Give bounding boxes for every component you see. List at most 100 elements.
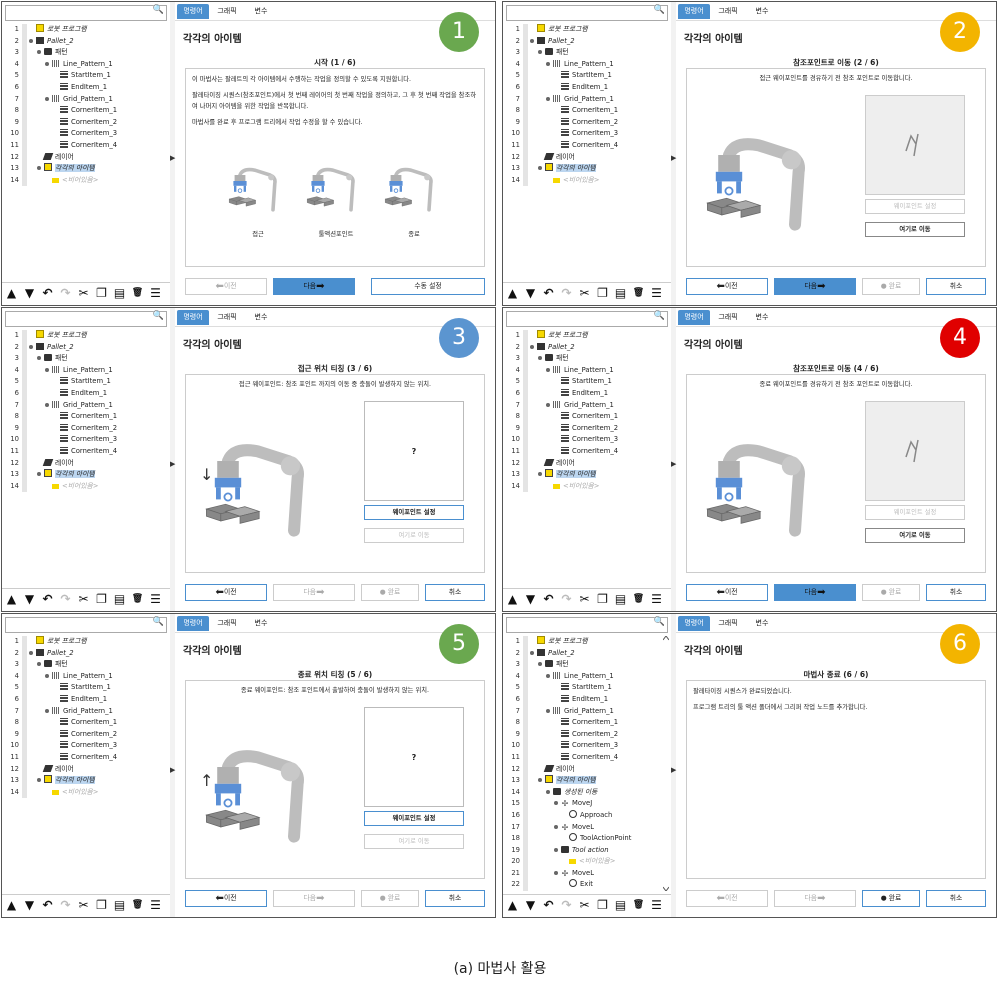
tree-row[interactable]: 12 레이어 — [5, 151, 167, 164]
collapse-pin-icon[interactable] — [45, 673, 49, 678]
tree-row[interactable]: 14 <비어있음> — [506, 174, 668, 187]
copy-icon[interactable]: ❐ — [596, 593, 609, 606]
tree-row[interactable]: 21 ✢ MoveL — [506, 867, 668, 880]
tree-row[interactable]: 18 ToolActionPoint — [506, 833, 668, 845]
paste-icon[interactable]: ▤ — [113, 899, 126, 912]
suppress-icon[interactable]: ☰ — [650, 899, 663, 912]
undo-icon[interactable]: ↶ — [41, 287, 54, 300]
move-down-icon[interactable]: ▼ — [524, 593, 537, 606]
paste-icon[interactable]: ▤ — [614, 287, 627, 300]
tree-row[interactable]: 17 ✢ MoveL — [506, 821, 668, 834]
tree-row[interactable]: 5 StartItem_1 — [506, 376, 668, 388]
tree-row[interactable]: 11 CornerItem_4 — [5, 751, 167, 764]
tree-row[interactable]: 12 레이어 — [5, 457, 167, 470]
move-down-icon[interactable]: ▼ — [23, 593, 36, 606]
tree-row[interactable]: 12 레이어 — [506, 457, 668, 470]
tree-row[interactable]: 1 로봇 프로그램 — [506, 636, 668, 648]
tab-1[interactable]: 그래픽 — [211, 616, 243, 631]
cut-icon[interactable]: ✂ — [578, 287, 591, 300]
collapse-pin-icon[interactable] — [37, 356, 41, 361]
cut-icon[interactable]: ✂ — [578, 593, 591, 606]
tree-row[interactable]: 2 Pallet_2 — [506, 35, 668, 48]
tree-row[interactable]: 6 EndItem_1 — [5, 693, 167, 706]
cancel-button[interactable]: 취소 — [926, 890, 986, 907]
tree-row[interactable]: 13 각각의 아이템 — [5, 469, 167, 481]
collapse-pin-icon[interactable] — [37, 662, 41, 667]
collapse-pin-icon[interactable] — [530, 650, 534, 655]
search-input[interactable]: 🔍 — [506, 617, 668, 633]
search-input[interactable]: 🔍 — [506, 5, 668, 21]
tree-row[interactable]: 10 CornerItem_3 — [5, 740, 167, 752]
move-here-button[interactable]: 여기로 이동 — [865, 222, 965, 237]
collapse-pin-icon[interactable] — [546, 673, 550, 678]
tree-row[interactable]: 12 레이어 — [5, 763, 167, 776]
move-up-icon[interactable]: ▲ — [506, 287, 519, 300]
suppress-icon[interactable]: ☰ — [149, 593, 162, 606]
next-button[interactable]: 다음➡ — [774, 584, 856, 601]
delete-icon[interactable]: 🗑 — [632, 287, 645, 300]
tree-row[interactable]: 4 Line_Pattern_1 — [5, 670, 167, 683]
search-icon[interactable]: 🔍 — [654, 311, 665, 321]
collapse-pin-icon[interactable] — [546, 96, 550, 101]
search-input[interactable]: 🔍 — [506, 311, 668, 327]
move-up-icon[interactable]: ▲ — [5, 593, 18, 606]
prev-button[interactable]: ⬅이전 — [686, 890, 768, 907]
manual-setup-button[interactable]: 수동 설정 — [371, 278, 485, 295]
collapse-pin-icon[interactable] — [538, 472, 542, 477]
tab-1[interactable]: 그래픽 — [712, 4, 744, 19]
collapse-pin-icon[interactable] — [538, 778, 542, 783]
redo-icon[interactable]: ↷ — [560, 287, 573, 300]
paste-icon[interactable]: ▤ — [113, 287, 126, 300]
search-icon[interactable]: 🔍 — [654, 5, 665, 15]
copy-icon[interactable]: ❐ — [596, 899, 609, 912]
finish-button[interactable]: ● 완료 — [361, 890, 419, 907]
tree-row[interactable]: 14 <비어있음> — [5, 786, 167, 799]
move-here-button[interactable]: 여기로 이동 — [865, 528, 965, 543]
paste-icon[interactable]: ▤ — [614, 899, 627, 912]
move-down-icon[interactable]: ▼ — [524, 287, 537, 300]
tab-1[interactable]: 그래픽 — [712, 310, 744, 325]
move-here-button[interactable]: 여기로 이동 — [364, 834, 464, 849]
set-waypoint-button[interactable]: 웨이포인트 설정 — [364, 811, 464, 826]
redo-icon[interactable]: ↷ — [59, 287, 72, 300]
tree-row[interactable]: 4 Line_Pattern_1 — [506, 364, 668, 377]
finish-button[interactable]: ● 완료 — [361, 584, 419, 601]
tree-row[interactable]: 4 Line_Pattern_1 — [506, 670, 668, 683]
tree-scrollbar[interactable] — [662, 635, 670, 892]
collapse-pin-icon[interactable] — [538, 356, 542, 361]
collapse-pin-icon[interactable] — [45, 96, 49, 101]
tree-row[interactable]: 4 Line_Pattern_1 — [506, 58, 668, 71]
next-button[interactable]: 다음➡ — [273, 278, 355, 295]
cancel-button[interactable]: 취소 — [425, 584, 485, 601]
tree-row[interactable]: 8 CornerItem_1 — [5, 411, 167, 423]
prev-button[interactable]: ⬅이전 — [185, 278, 267, 295]
undo-icon[interactable]: ↶ — [542, 593, 555, 606]
cut-icon[interactable]: ✂ — [578, 899, 591, 912]
tree-row[interactable]: 7 Grid_Pattern_1 — [5, 705, 167, 718]
tree-row[interactable]: 12 레이어 — [506, 763, 668, 776]
tree-row[interactable]: 10 CornerItem_3 — [506, 434, 668, 446]
suppress-icon[interactable]: ☰ — [650, 593, 663, 606]
tree-row[interactable]: 3 패턴 — [5, 47, 167, 59]
move-up-icon[interactable]: ▲ — [5, 899, 18, 912]
collapse-pin-icon[interactable] — [45, 367, 49, 372]
tree-row[interactable]: 14 <비어있음> — [506, 480, 668, 493]
suppress-icon[interactable]: ☰ — [149, 287, 162, 300]
tree-row[interactable]: 10 CornerItem_3 — [506, 740, 668, 752]
tree-row[interactable]: 6 EndItem_1 — [5, 81, 167, 94]
collapse-pin-icon[interactable] — [37, 166, 41, 171]
prev-button[interactable]: ⬅이전 — [185, 890, 267, 907]
tree-row[interactable]: 7 Grid_Pattern_1 — [506, 399, 668, 412]
next-button[interactable]: 다음➡ — [774, 890, 856, 907]
tree-row[interactable]: 2 Pallet_2 — [5, 647, 167, 660]
collapse-pin-icon[interactable] — [554, 847, 558, 852]
tree-row[interactable]: 7 Grid_Pattern_1 — [5, 399, 167, 412]
paste-icon[interactable]: ▤ — [113, 593, 126, 606]
tree-row[interactable]: 10 CornerItem_3 — [506, 128, 668, 140]
cut-icon[interactable]: ✂ — [77, 593, 90, 606]
collapse-pin-icon[interactable] — [45, 402, 49, 407]
collapse-pin-icon[interactable] — [554, 824, 558, 829]
tree-row[interactable]: 11 CornerItem_4 — [506, 751, 668, 764]
next-button[interactable]: 다음➡ — [273, 890, 355, 907]
redo-icon[interactable]: ↷ — [59, 593, 72, 606]
